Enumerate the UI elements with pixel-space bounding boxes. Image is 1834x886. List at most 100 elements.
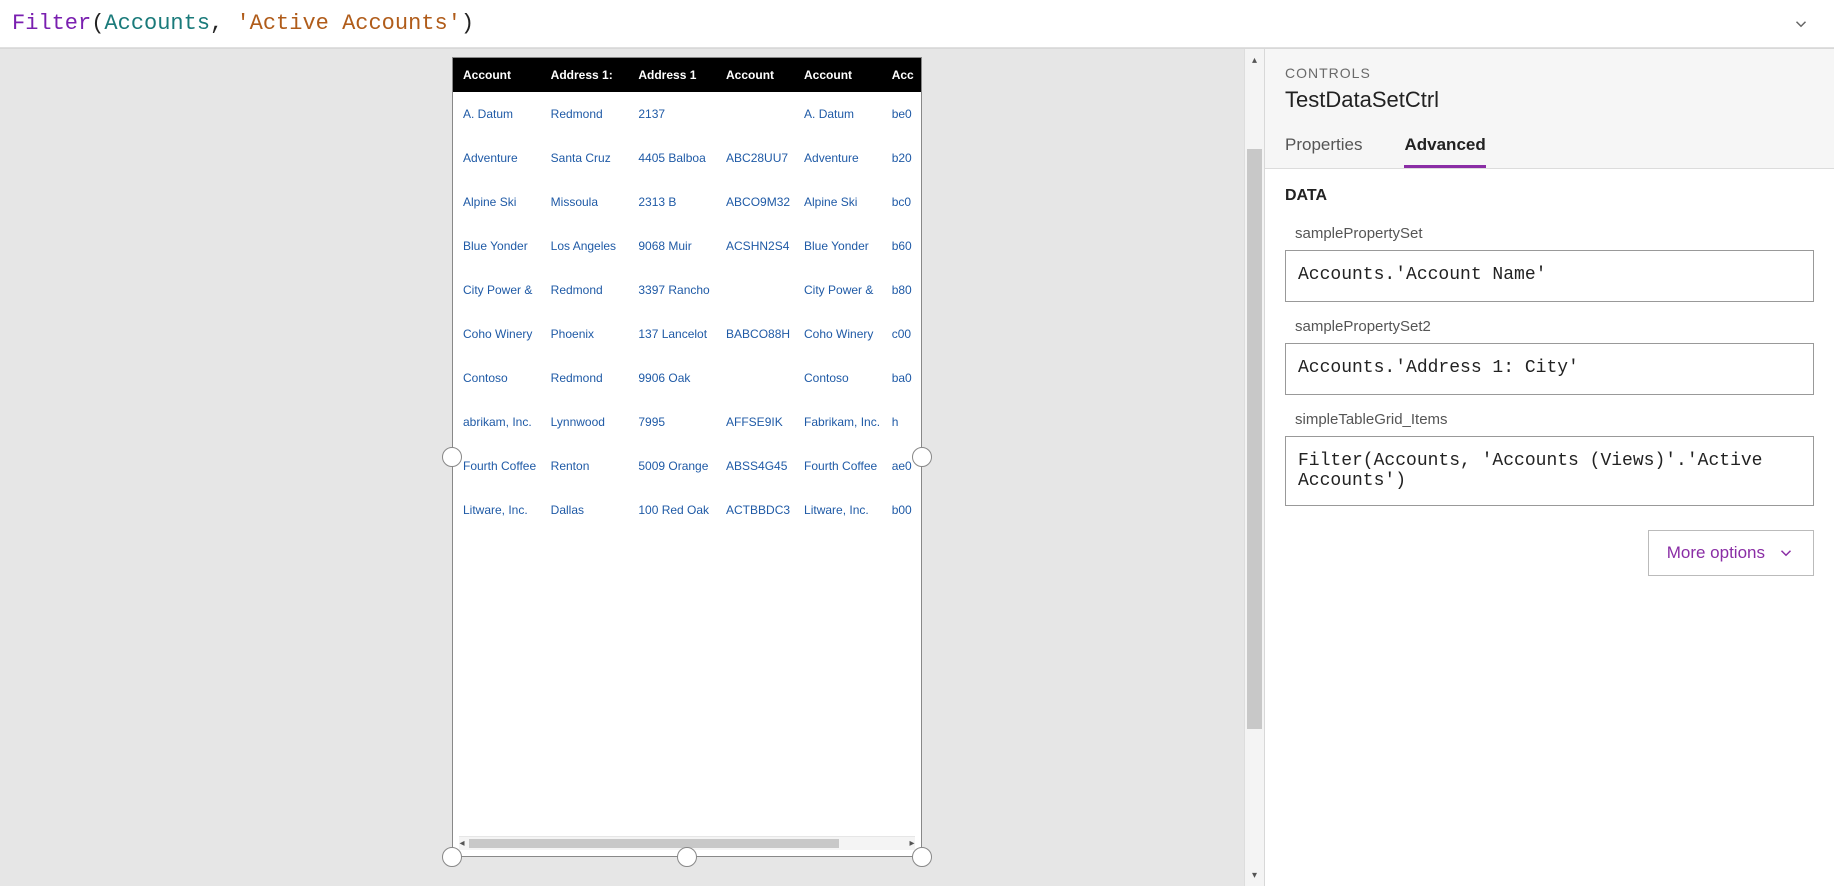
formula-arg1: Accounts bbox=[104, 11, 210, 36]
col-header[interactable]: Address 1 bbox=[628, 58, 716, 92]
col-header[interactable]: Acc bbox=[882, 58, 921, 92]
resize-handle[interactable] bbox=[912, 447, 932, 467]
table-cell: ABCO9M32 bbox=[716, 180, 794, 224]
table-cell: 3397 Rancho bbox=[628, 268, 716, 312]
resize-handle[interactable] bbox=[442, 847, 462, 867]
formula-bar[interactable]: Filter(Accounts, 'Active Accounts') bbox=[0, 0, 1834, 48]
more-options-button[interactable]: More options bbox=[1648, 530, 1814, 576]
panel-tabs: Properties Advanced bbox=[1265, 123, 1834, 169]
table-cell: Fourth Coffee bbox=[453, 444, 541, 488]
vertical-scrollbar[interactable]: ▴ ▾ bbox=[1244, 49, 1264, 886]
table-cell: Blue Yonder bbox=[794, 224, 882, 268]
scroll-down-icon[interactable]: ▾ bbox=[1245, 864, 1264, 886]
more-options-label: More options bbox=[1667, 543, 1765, 563]
table-row[interactable]: AdventureSanta Cruz4405 BalboaABC28UU7Ad… bbox=[453, 136, 921, 180]
table-cell: c00 bbox=[882, 312, 921, 356]
table-cell: Lynnwood bbox=[541, 400, 629, 444]
table-cell: ba0 bbox=[882, 356, 921, 400]
table-cell: Renton bbox=[541, 444, 629, 488]
table-cell: Litware, Inc. bbox=[794, 488, 882, 532]
table-cell: b80 bbox=[882, 268, 921, 312]
table-cell: Alpine Ski bbox=[794, 180, 882, 224]
table-cell bbox=[716, 268, 794, 312]
resize-handle[interactable] bbox=[677, 847, 697, 867]
prop-label: simpleTableGrid_Items bbox=[1295, 411, 1812, 428]
table-cell: be0 bbox=[882, 92, 921, 136]
table-row[interactable]: Blue YonderLos Angeles9068 MuirACSHN2S4B… bbox=[453, 224, 921, 268]
prop-label: samplePropertySet2 bbox=[1295, 318, 1812, 335]
table-cell: 137 Lancelot bbox=[628, 312, 716, 356]
tab-advanced[interactable]: Advanced bbox=[1404, 135, 1485, 168]
table-cell: 100 Red Oak bbox=[628, 488, 716, 532]
col-header[interactable]: Account bbox=[453, 58, 541, 92]
table-cell: 7995 bbox=[628, 400, 716, 444]
table-cell: h bbox=[882, 400, 921, 444]
table-cell: BABCO88H bbox=[716, 312, 794, 356]
table-cell: A. Datum bbox=[453, 92, 541, 136]
table-cell: abrikam, Inc. bbox=[453, 400, 541, 444]
table-cell: ABC28UU7 bbox=[716, 136, 794, 180]
scrollbar-thumb[interactable] bbox=[1247, 149, 1262, 729]
resize-handle[interactable] bbox=[442, 447, 462, 467]
table-cell: Redmond bbox=[541, 356, 629, 400]
prop-input-sampleset2[interactable]: Accounts.'Address 1: City' bbox=[1285, 343, 1814, 395]
table-cell: Los Angeles bbox=[541, 224, 629, 268]
table-cell: Coho Winery bbox=[453, 312, 541, 356]
table-cell: Blue Yonder bbox=[453, 224, 541, 268]
scroll-up-icon[interactable]: ▴ bbox=[1245, 49, 1264, 71]
panel-eyebrow: CONTROLS bbox=[1285, 65, 1814, 81]
prop-input-items[interactable]: Filter(Accounts, 'Accounts (Views)'.'Act… bbox=[1285, 436, 1814, 506]
table-cell: Dallas bbox=[541, 488, 629, 532]
resize-handle[interactable] bbox=[912, 847, 932, 867]
table-row[interactable]: A. DatumRedmond2137A. Datumbe0 bbox=[453, 92, 921, 136]
table-cell: Adventure bbox=[794, 136, 882, 180]
properties-panel: CONTROLS TestDataSetCtrl Properties Adva… bbox=[1264, 49, 1834, 886]
formula-expand-icon[interactable] bbox=[1792, 15, 1810, 33]
table-cell bbox=[716, 356, 794, 400]
table-cell: Coho Winery bbox=[794, 312, 882, 356]
formula-fn: Filter bbox=[12, 11, 91, 36]
col-header[interactable]: Account bbox=[716, 58, 794, 92]
canvas[interactable]: Account Address 1: Address 1 Account Acc… bbox=[0, 49, 1264, 886]
prop-label: samplePropertySet bbox=[1295, 225, 1812, 242]
table-row[interactable]: Litware, Inc.Dallas100 Red OakACTBBDC3Li… bbox=[453, 488, 921, 532]
table-cell: ABSS4G45 bbox=[716, 444, 794, 488]
table-row[interactable]: Fourth CoffeeRenton5009 OrangeABSS4G45Fo… bbox=[453, 444, 921, 488]
table-cell: Contoso bbox=[794, 356, 882, 400]
table-cell: AFFSE9IK bbox=[716, 400, 794, 444]
panel-title: TestDataSetCtrl bbox=[1285, 87, 1814, 113]
table-cell: Missoula bbox=[541, 180, 629, 224]
table-row[interactable]: Coho WineryPhoenix137 LancelotBABCO88HCo… bbox=[453, 312, 921, 356]
table-row[interactable]: Alpine SkiMissoula2313 BABCO9M32Alpine S… bbox=[453, 180, 921, 224]
table-row[interactable]: ContosoRedmond9906 OakContosoba0 bbox=[453, 356, 921, 400]
table-cell: City Power & bbox=[453, 268, 541, 312]
table-header: Account Address 1: Address 1 Account Acc… bbox=[453, 58, 921, 92]
table-cell: Phoenix bbox=[541, 312, 629, 356]
table-cell: Contoso bbox=[453, 356, 541, 400]
table-cell: 9068 Muir bbox=[628, 224, 716, 268]
table-cell: ACTBBDC3 bbox=[716, 488, 794, 532]
table-cell: City Power & bbox=[794, 268, 882, 312]
prop-input-sampleset[interactable]: Accounts.'Account Name' bbox=[1285, 250, 1814, 302]
data-table: Account Address 1: Address 1 Account Acc… bbox=[453, 58, 921, 532]
scrollbar-thumb[interactable] bbox=[469, 839, 839, 848]
table-cell: 9906 Oak bbox=[628, 356, 716, 400]
tab-properties[interactable]: Properties bbox=[1285, 135, 1362, 168]
table-cell: b00 bbox=[882, 488, 921, 532]
col-header[interactable]: Account bbox=[794, 58, 882, 92]
table-cell: Fourth Coffee bbox=[794, 444, 882, 488]
table-cell: ACSHN2S4 bbox=[716, 224, 794, 268]
table-row[interactable]: City Power &Redmond3397 RanchoCity Power… bbox=[453, 268, 921, 312]
table-cell: Fabrikam, Inc. bbox=[794, 400, 882, 444]
table-cell: Redmond bbox=[541, 92, 629, 136]
table-cell: Adventure bbox=[453, 136, 541, 180]
table-cell: b20 bbox=[882, 136, 921, 180]
col-header[interactable]: Address 1: bbox=[541, 58, 629, 92]
table-cell: 5009 Orange bbox=[628, 444, 716, 488]
table-cell: Santa Cruz bbox=[541, 136, 629, 180]
table-row[interactable]: abrikam, Inc.Lynnwood7995AFFSE9IKFabrika… bbox=[453, 400, 921, 444]
table-cell: 2137 bbox=[628, 92, 716, 136]
selected-component[interactable]: Account Address 1: Address 1 Account Acc… bbox=[452, 57, 922, 857]
table-cell: bc0 bbox=[882, 180, 921, 224]
table-cell: 4405 Balboa bbox=[628, 136, 716, 180]
